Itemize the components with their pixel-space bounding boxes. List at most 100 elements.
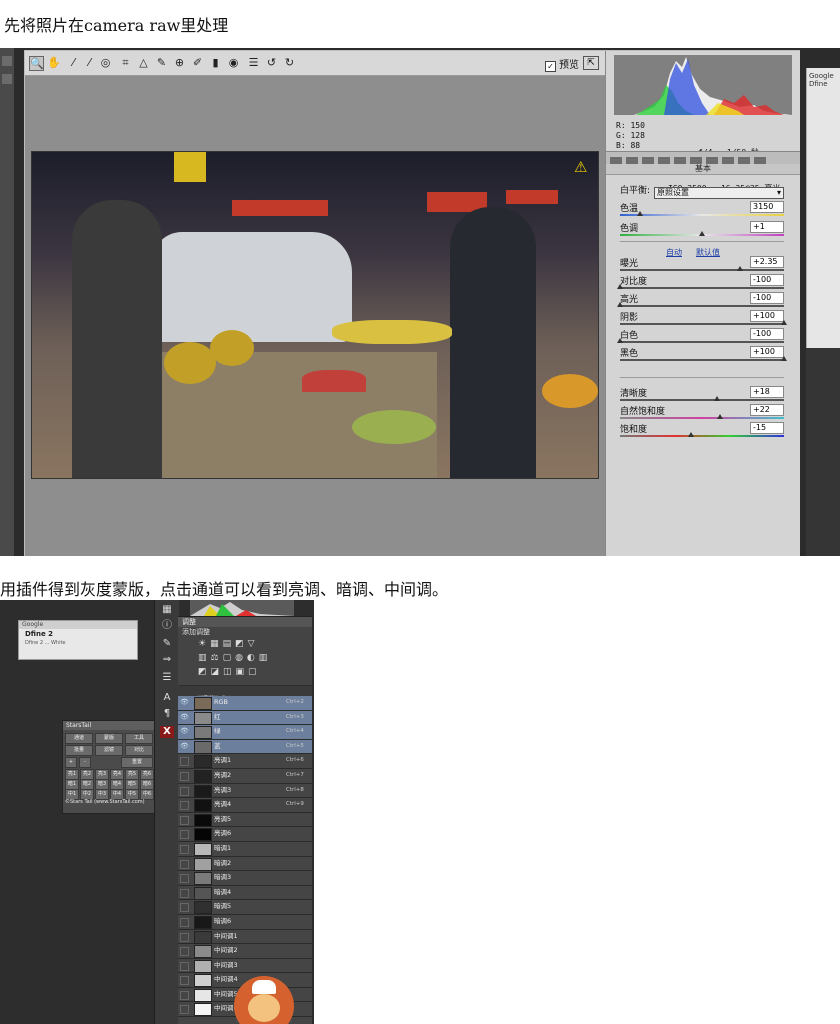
slider-value-input[interactable]: -100 <box>750 292 784 304</box>
visibility-box[interactable] <box>180 947 189 957</box>
visibility-box[interactable] <box>180 801 189 811</box>
rotate-right-icon[interactable]: ↻ <box>283 56 296 69</box>
slider-value-input[interactable]: +22 <box>750 404 784 416</box>
slider-track[interactable] <box>620 417 784 419</box>
eye-icon[interactable]: 👁 <box>180 728 189 735</box>
visibility-box[interactable] <box>180 815 189 825</box>
slider-track[interactable] <box>620 305 784 307</box>
slider-value-input[interactable]: 3150 <box>750 201 784 213</box>
starstail-main-button[interactable]: 工具 <box>125 733 153 744</box>
slider-knob[interactable] <box>617 338 623 343</box>
hand-tool-icon[interactable]: ✋ <box>47 56 61 69</box>
slider-value-input[interactable]: +1 <box>750 221 784 233</box>
slider-knob[interactable] <box>617 284 623 289</box>
character-icon[interactable]: A <box>160 692 174 704</box>
starstail-small-button[interactable]: + <box>65 757 77 768</box>
brush-icon[interactable]: ✎ <box>160 638 174 650</box>
slider-value-input[interactable]: +100 <box>750 310 784 322</box>
channel-row[interactable]: 暗调3 <box>178 871 312 886</box>
dock-icon[interactable] <box>2 74 12 84</box>
channel-row[interactable]: 亮调5 <box>178 813 312 828</box>
slider-track[interactable] <box>620 399 784 401</box>
targeted-adjust-tool-icon[interactable]: ◎ <box>99 56 112 69</box>
channel-row[interactable]: 👁 红 Ctrl+3 <box>178 710 312 726</box>
slider-knob[interactable] <box>636 211 643 216</box>
spot-removal-tool-icon[interactable]: ✎ <box>155 56 168 69</box>
visibility-box[interactable] <box>180 771 189 781</box>
visibility-box[interactable] <box>180 1005 189 1015</box>
visibility-box[interactable] <box>180 786 189 796</box>
starstail-small-button[interactable]: - <box>79 757 91 768</box>
paragraph-icon[interactable]: ¶ <box>160 708 174 720</box>
channel-row[interactable]: 亮调3 Ctrl+8 <box>178 784 312 799</box>
channel-row[interactable]: 暗调6 <box>178 915 312 930</box>
channel-row[interactable]: 暗调1 <box>178 842 312 857</box>
visibility-box[interactable] <box>180 961 189 971</box>
eye-icon[interactable]: 👁 <box>180 699 189 706</box>
slider-value-input[interactable]: -100 <box>750 274 784 286</box>
starstail-main-button[interactable]: 对比 <box>125 745 153 756</box>
warning-icon[interactable]: ⚠ <box>574 158 587 176</box>
slider-value-input[interactable]: -100 <box>750 328 784 340</box>
channel-row[interactable]: 👁 绿 Ctrl+4 <box>178 725 312 740</box>
slider-track[interactable] <box>620 435 784 437</box>
visibility-box[interactable] <box>180 874 189 884</box>
slider-track[interactable] <box>620 323 784 325</box>
plugin-x-icon[interactable]: X <box>160 726 174 738</box>
slider-knob[interactable] <box>699 231 705 236</box>
starstail-small-button[interactable]: 重置 <box>121 757 153 768</box>
slider-knob[interactable] <box>781 320 787 325</box>
fullscreen-toggle-icon[interactable]: ⇱ <box>583 56 599 70</box>
layers-icon[interactable]: ☰ <box>160 672 174 684</box>
preview-checkbox[interactable]: 预览 <box>545 56 579 72</box>
visibility-box[interactable] <box>180 990 189 1000</box>
dock-icon[interactable] <box>2 56 12 66</box>
rotate-left-icon[interactable]: ↺ <box>265 56 278 69</box>
visibility-box[interactable] <box>180 917 189 927</box>
auto-link[interactable]: 自动 <box>666 248 682 257</box>
histogram-panel-icon[interactable]: ▦ <box>160 604 174 616</box>
slider-knob[interactable] <box>736 266 743 271</box>
channel-row[interactable]: 中间调3 <box>178 959 312 974</box>
channel-row[interactable]: 亮调1 Ctrl+6 <box>178 754 312 769</box>
white-balance-select[interactable]: 原照设置 <box>654 187 785 199</box>
adjustment-icons-row1[interactable]: ☀▦▤◩▽ <box>198 639 259 649</box>
adjustment-icons-row2[interactable]: ▥⚖▢◍◐▥ <box>198 653 271 663</box>
slider-track[interactable] <box>620 269 784 271</box>
red-eye-tool-icon[interactable]: ⊕ <box>173 56 186 69</box>
slider-knob[interactable] <box>713 396 720 401</box>
channel-row[interactable]: 暗调4 <box>178 886 312 901</box>
adjustment-icons-row3[interactable]: ◩◪◫▣▢ <box>198 667 261 677</box>
starstail-main-button[interactable]: 蒙版 <box>95 733 123 744</box>
channel-row[interactable]: 👁 RGB Ctrl+2 <box>178 696 312 711</box>
slider-track[interactable] <box>620 214 784 216</box>
adjustment-brush-icon[interactable]: ✐ <box>191 56 204 69</box>
slider-knob[interactable] <box>687 432 694 437</box>
slider-knob[interactable] <box>717 414 724 419</box>
preferences-icon[interactable]: ☰ <box>247 56 260 69</box>
slider-knob[interactable] <box>781 356 787 361</box>
channel-row[interactable]: 亮调6 <box>178 827 312 842</box>
slider-track[interactable] <box>620 359 784 361</box>
info-icon[interactable]: ⓘ <box>160 620 174 632</box>
channel-row[interactable]: 亮调2 Ctrl+7 <box>178 769 312 784</box>
slider-value-input[interactable]: +2.35 <box>750 256 784 268</box>
channel-row[interactable]: 暗调5 <box>178 900 312 915</box>
straighten-tool-icon[interactable]: △ <box>137 56 150 69</box>
graduated-filter-icon[interactable]: ▮ <box>209 56 222 69</box>
radial-filter-icon[interactable]: ◉ <box>227 56 240 69</box>
channel-row[interactable]: 👁 蓝 Ctrl+5 <box>178 739 312 755</box>
slider-track[interactable] <box>620 341 784 343</box>
visibility-box[interactable] <box>180 888 189 898</box>
slider-value-input[interactable]: -15 <box>750 422 784 434</box>
visibility-box[interactable] <box>180 757 189 767</box>
default-link[interactable]: 默认值 <box>696 248 720 257</box>
slider-track[interactable] <box>620 287 784 289</box>
visibility-box[interactable] <box>180 844 189 854</box>
slider-value-input[interactable]: +18 <box>750 386 784 398</box>
visibility-box[interactable] <box>180 976 189 986</box>
visibility-box[interactable] <box>180 903 189 913</box>
color-sampler-tool-icon[interactable]: ⁄ <box>83 56 96 69</box>
eye-icon[interactable]: 👁 <box>180 713 189 720</box>
channel-row[interactable]: 亮调4 Ctrl+9 <box>178 798 312 813</box>
